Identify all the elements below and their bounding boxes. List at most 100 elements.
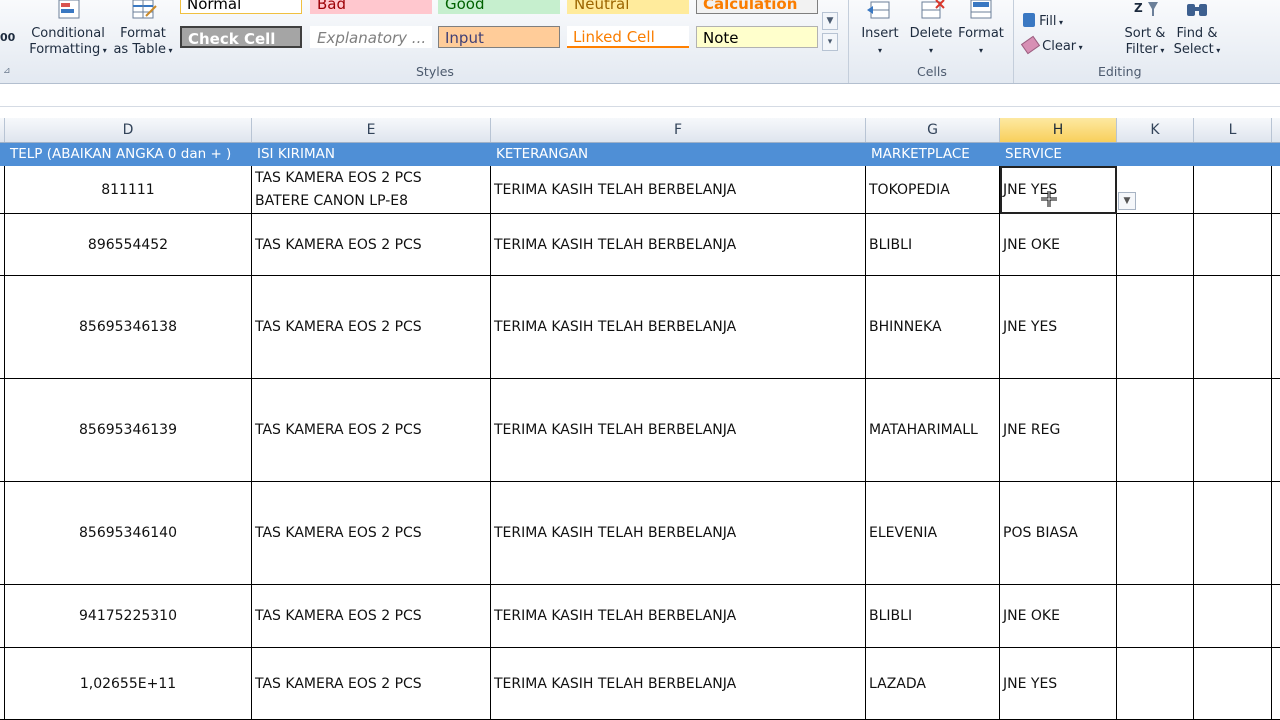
column-header-e[interactable]: E [252,118,491,142]
cell-g[interactable]: BLIBLI [866,214,1000,275]
cell-d[interactable]: 85695346139 [5,379,252,481]
cell-l[interactable] [1194,214,1272,275]
cell-l[interactable] [1194,482,1272,584]
delete-button[interactable]: Delete ▾ [908,0,954,59]
column-header-f[interactable]: F [491,118,866,142]
cell-h[interactable]: JNE OKE [1000,214,1117,275]
cell-style-normal[interactable]: Normal [180,0,302,14]
cell-e[interactable]: TAS KAMERA EOS 2 PCS [252,585,491,647]
find-select-button[interactable]: Find & Select ▾ [1172,0,1222,59]
cell-style-explanatory[interactable]: Explanatory ... [310,26,432,48]
cell-d[interactable]: 896554452 [5,214,252,275]
cell-f[interactable]: TERIMA KASIH TELAH BERBELANJA [491,166,866,213]
insert-button[interactable]: Insert ▾ [858,0,902,59]
cell-f[interactable]: TERIMA KASIH TELAH BERBELANJA [491,379,866,481]
cell-e[interactable]: TAS KAMERA EOS 2 PCS [252,214,491,275]
cell-style-calculation[interactable]: Calculation [696,0,818,14]
cell-e[interactable]: TAS KAMERA EOS 2 PCS [252,648,491,719]
cell-e[interactable]: TAS KAMERA EOS 2 PCS BATERE CANON LP-E8 [252,166,491,213]
eraser-icon [1020,35,1041,55]
column-header-l[interactable]: L [1194,118,1272,142]
format-as-table-button[interactable]: Format as Table ▾ [110,0,176,59]
cell-style-note[interactable]: Note [696,26,818,48]
cell-f[interactable]: TERIMA KASIH TELAH BERBELANJA [491,482,866,584]
cell-g[interactable]: ELEVENIA [866,482,1000,584]
cell-style-bad[interactable]: Bad [310,0,432,14]
clear-button[interactable]: Clear ▾ [1020,35,1083,55]
cell-d[interactable]: 811111 [5,166,252,213]
cell-e[interactable]: TAS KAMERA EOS 2 PCS [252,379,491,481]
cell-style-input[interactable]: Input [438,26,560,48]
dialog-launcher-icon[interactable]: ⊿ [3,66,11,76]
find-select-line2: Select [1173,42,1214,57]
cell-h[interactable]: JNE REG [1000,379,1117,481]
cell-h[interactable]: JNE YES [1000,648,1117,719]
header-cell-k[interactable] [1117,143,1194,166]
cell-k[interactable] [1117,648,1194,719]
cell-h[interactable]: JNE YES [1000,166,1117,213]
fill-button[interactable]: Fill ▾ [1023,13,1063,29]
cell-g[interactable]: BLIBLI [866,585,1000,647]
cell-l[interactable] [1194,166,1272,213]
cell-f[interactable]: TERIMA KASIH TELAH BERBELANJA [491,585,866,647]
cell-l[interactable] [1194,585,1272,647]
header-cell-d[interactable]: TELP (ABAIKAN ANGKA 0 dan + ) [5,143,252,166]
column-header-d[interactable]: D [5,118,252,142]
binoculars-icon [1187,4,1207,16]
gallery-more-button[interactable]: ▾ [822,33,838,51]
gallery-scroll-down-button[interactable]: ▼ [822,12,838,30]
cell-l[interactable] [1194,379,1272,481]
cell-h[interactable]: JNE OKE [1000,585,1117,647]
conditional-formatting-button[interactable]: Conditional Formatting ▾ [28,0,108,59]
cell-f[interactable]: TERIMA KASIH TELAH BERBELANJA [491,214,866,275]
cell-f[interactable]: TERIMA KASIH TELAH BERBELANJA [491,648,866,719]
header-cell-e[interactable]: ISI KIRIMAN [252,143,491,166]
cell-g[interactable]: BHINNEKA [866,276,1000,378]
cell-d[interactable]: 85695346138 [5,276,252,378]
header-cell-f[interactable]: KETERANGAN [491,143,866,166]
chevron-down-icon: ▾ [877,46,882,55]
delete-cells-icon [921,0,945,19]
cell-k[interactable] [1117,585,1194,647]
cell-style-check-cell[interactable]: Check Cell [180,26,302,48]
cell-h[interactable]: JNE YES [1000,276,1117,378]
cell-l[interactable] [1194,276,1272,378]
cell-text: TERIMA KASIH TELAH BERBELANJA [494,608,737,624]
cell-d[interactable]: 94175225310 [5,585,252,647]
cell-d[interactable]: 1,02655E+11 [5,648,252,719]
cell-text-line2: BATERE CANON LP-E8 [255,192,409,209]
cell-e[interactable]: TAS KAMERA EOS 2 PCS [252,482,491,584]
column-header-g[interactable]: G [866,118,1000,142]
cell-g[interactable]: TOKOPEDIA [866,166,1000,213]
column-header-k[interactable]: K [1117,118,1194,142]
chevron-down-icon: ▾ [978,46,983,55]
cell-style-neutral[interactable]: Neutral [567,0,689,14]
cell-style-linked-cell[interactable]: Linked Cell [567,26,689,48]
cell-text: JNE YES [1003,319,1058,335]
format-button[interactable]: Format ▾ [958,0,1004,59]
cell-k[interactable] [1117,276,1194,378]
cell-e[interactable]: TAS KAMERA EOS 2 PCS [252,276,491,378]
cell-k[interactable] [1117,214,1194,275]
cell-f[interactable]: TERIMA KASIH TELAH BERBELANJA [491,276,866,378]
chevron-down-icon: ▾ [165,46,173,55]
cell-h[interactable]: POS BIASA [1000,482,1117,584]
header-cell-l[interactable] [1194,143,1272,166]
column-header-h[interactable]: H [1000,118,1117,142]
format-as-table-icon [132,0,157,19]
cell-d[interactable]: 85695346140 [5,482,252,584]
cell-g[interactable]: LAZADA [866,648,1000,719]
table-row: 85695346138 TAS KAMERA EOS 2 PCS TERIMA KA… [0,276,1280,379]
data-validation-dropdown-button[interactable]: ▼ [1118,192,1136,210]
header-cell-h[interactable]: SERVICE [1000,143,1117,166]
cell-g[interactable]: MATAHARIMALL [866,379,1000,481]
sort-filter-button[interactable]: Z Sort & Filter ▾ [1120,0,1170,59]
cell-k[interactable] [1117,482,1194,584]
cell-text: TERIMA KASIH TELAH BERBELANJA [494,319,737,335]
cell-text: POS BIASA [1003,525,1078,541]
cell-style-good[interactable]: Good [438,0,560,14]
cell-text: 85695346139 [79,422,177,438]
cell-k[interactable] [1117,379,1194,481]
cell-l[interactable] [1194,648,1272,719]
header-cell-g[interactable]: MARKETPLACE [866,143,1000,166]
